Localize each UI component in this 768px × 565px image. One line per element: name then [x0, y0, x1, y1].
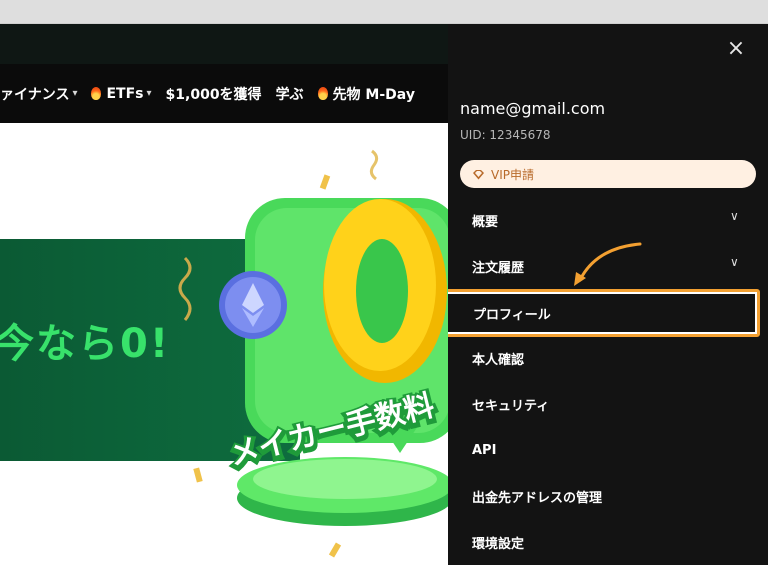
nav-item-futures-mday[interactable]: 先物 M-Day [317, 84, 415, 104]
menu-item-security[interactable]: セキュリティ [448, 381, 768, 427]
nav-item-finance-label: ファイナンス [0, 86, 70, 103]
chevron-down-icon: ∨ [730, 209, 739, 223]
menu-item-withdrawal-addresses[interactable]: 出金先アドレスの管理 [448, 473, 768, 519]
menu-item-label: 注文履歴 [472, 260, 525, 276]
chevron-down-icon: ∨ [730, 255, 739, 269]
menu-item-api[interactable]: API [448, 427, 768, 473]
nav-item-learn[interactable]: 学ぶ [276, 84, 304, 104]
menu-item-label: 概要 [472, 214, 499, 230]
fire-icon [91, 87, 102, 100]
account-drawer: × name@gmail.com UID: 12345678 VIP申請 概要 … [448, 24, 768, 565]
account-uid: UID: 12345678 [460, 128, 551, 142]
pointer-arrow-icon [574, 242, 642, 286]
nav-item-earn-label: $1,000を獲得 [165, 86, 262, 103]
page: ファイナンス ▾ ETFs ▾ $1,000を獲得 学ぶ 先物 M-Day 今な… [0, 24, 768, 565]
nav-item-earn[interactable]: $1,000を獲得 [166, 84, 262, 104]
nav-item-etfs-label: ETFs [106, 85, 144, 102]
header-strip [0, 24, 448, 64]
nav-item-learn-label: 学ぶ [275, 86, 304, 103]
menu-item-profile[interactable]: プロフィール [448, 289, 760, 337]
main-nav: ファイナンス ▾ ETFs ▾ $1,000を獲得 学ぶ 先物 M-Day [0, 64, 448, 123]
menu-item-overview[interactable]: 概要 ∨ [448, 197, 768, 243]
vip-apply-label: VIP申請 [491, 167, 534, 182]
close-icon[interactable]: × [724, 37, 748, 61]
nav-item-etfs[interactable]: ETFs ▾ [91, 85, 152, 102]
chevron-down-icon: ▾ [146, 88, 152, 99]
menu-item-label: 本人確認 [472, 352, 525, 368]
account-email: name@gmail.com [460, 99, 606, 118]
menu-item-label: セキュリティ [472, 398, 550, 414]
menu-item-label: プロフィール [473, 307, 551, 323]
diamond-icon [473, 169, 484, 179]
menu-item-label: 出金先アドレスの管理 [472, 490, 603, 506]
chevron-down-icon: ▾ [72, 88, 78, 99]
menu-item-identity-verification[interactable]: 本人確認 [448, 335, 768, 381]
nav-item-futures-label: 先物 M-Day [332, 86, 415, 103]
fire-icon [317, 87, 328, 100]
vip-apply-button[interactable]: VIP申請 [460, 160, 756, 188]
browser-chrome [0, 0, 768, 24]
menu-item-preferences[interactable]: 環境設定 [448, 519, 768, 565]
promo-banner[interactable]: 今なら0! 0 [0, 123, 448, 565]
banner-illustration: 0 メイカー手数料 メイカー手数料 [178, 149, 448, 558]
menu-item-label: 環境設定 [472, 536, 525, 552]
nav-item-finance[interactable]: ファイナンス ▾ [0, 84, 77, 104]
menu-item-label: API [472, 442, 497, 458]
